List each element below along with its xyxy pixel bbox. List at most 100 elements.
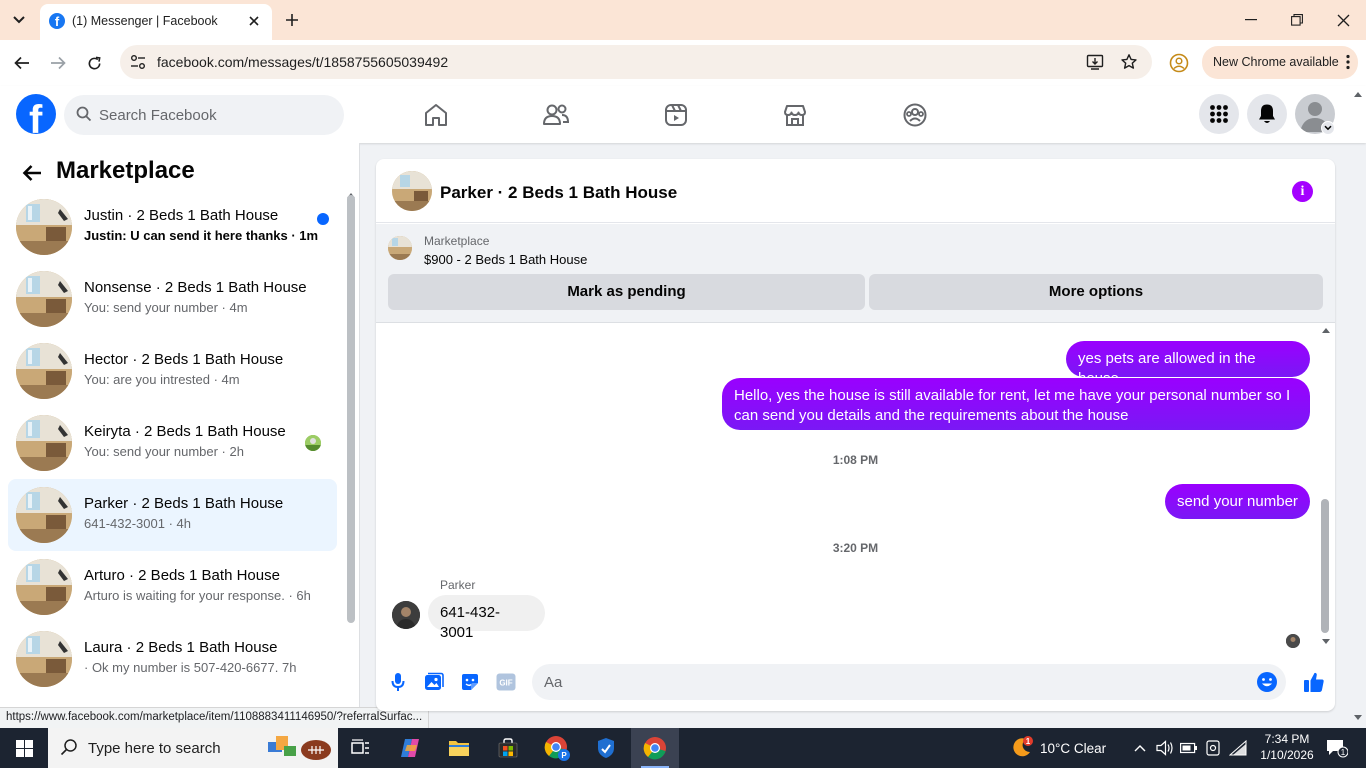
gif-icon[interactable]: GIF: [495, 671, 517, 693]
photo-gallery-icon[interactable]: [423, 671, 445, 693]
more-options-button[interactable]: More options: [869, 274, 1323, 310]
taskbar-search-label: Type here to search: [88, 740, 221, 757]
incoming-message[interactable]: 641-432-3001: [428, 595, 545, 641]
groups-icon[interactable]: [898, 98, 932, 132]
install-app-icon[interactable]: [1086, 53, 1104, 71]
notification-center-icon[interactable]: 1: [1322, 728, 1352, 768]
conversation-item[interactable]: Justin · 2 Beds 1 Bath House Justin: U ca…: [8, 191, 337, 263]
search-input[interactable]: [99, 103, 329, 127]
message-timestamp: 1:08 PM: [832, 453, 879, 467]
outgoing-message[interactable]: Hello, yes the house is still available …: [722, 378, 1310, 430]
forward-arrow-icon[interactable]: [45, 50, 71, 76]
sticker-icon[interactable]: [459, 671, 481, 693]
tab-close-icon[interactable]: [244, 11, 264, 31]
windows-start-icon[interactable]: [0, 728, 48, 768]
microsoft-store-icon[interactable]: [484, 728, 532, 768]
conversation-preview: Arturo is waiting for your response. · 6…: [84, 588, 311, 603]
browser-tab[interactable]: f (1) Messenger | Facebook: [40, 4, 272, 40]
copilot-icon[interactable]: [386, 728, 434, 768]
security-shield-icon[interactable]: [582, 728, 630, 768]
search-highlight-icon: [268, 736, 331, 760]
facebook-search[interactable]: [64, 95, 344, 135]
search-icon: [60, 739, 77, 756]
new-chrome-available-button[interactable]: New Chrome available: [1202, 46, 1358, 79]
conversation-preview: You: send your number · 2h: [84, 444, 244, 459]
menu-grid-icon[interactable]: [1199, 94, 1239, 134]
new-tab-plus-icon[interactable]: [280, 8, 304, 32]
site-settings-icon[interactable]: [129, 53, 147, 71]
reload-icon[interactable]: [81, 50, 107, 76]
info-icon[interactable]: i: [1292, 181, 1313, 202]
task-view-icon[interactable]: [337, 728, 385, 768]
address-bar[interactable]: facebook.com/messages/t/1858755605039492: [120, 45, 1152, 79]
sender-avatar[interactable]: [392, 601, 420, 629]
microphone-icon[interactable]: [387, 671, 409, 693]
conversation-name: Parker · 2 Beds 1 Bath House: [84, 495, 284, 512]
marketplace-icon[interactable]: [778, 98, 812, 132]
windows-taskbar: Type here to search P 1 10°C Clear 7:34 …: [0, 728, 1366, 768]
home-icon[interactable]: [419, 98, 453, 132]
close-window-icon[interactable]: [1320, 0, 1366, 40]
chrome-taskbar-icon[interactable]: [631, 728, 679, 768]
conversation-name: Hector · 2 Beds 1 Bath House: [84, 351, 284, 368]
mark-as-pending-button[interactable]: Mark as pending: [388, 274, 865, 310]
device-icon[interactable]: [1202, 728, 1224, 768]
conversation-item[interactable]: Hector · 2 Beds 1 Bath House You: are you…: [8, 335, 337, 407]
conversation-item[interactable]: Arturo · 2 Beds 1 Bath House Arturo is wa…: [8, 551, 337, 623]
battery-icon[interactable]: [1178, 728, 1200, 768]
clock-date: 1/10/2026: [1260, 748, 1314, 762]
show-hidden-icons-chevron-icon[interactable]: [1130, 728, 1150, 768]
restore-icon[interactable]: [1274, 0, 1320, 40]
conversation-name: Nonsense · 2 Beds 1 Bath House: [84, 279, 307, 296]
chat-scroll-down-arrow-icon[interactable]: [1321, 638, 1331, 646]
chrome-menu-icon[interactable]: [1346, 54, 1350, 70]
notifications-bell-icon[interactable]: [1247, 94, 1287, 134]
chat-title[interactable]: Parker · 2 Beds 1 Bath House: [440, 183, 677, 203]
listing-mini-thumbnail[interactable]: [388, 236, 412, 260]
taskbar-search-box[interactable]: Type here to search: [48, 728, 338, 768]
sidebar-scrollbar[interactable]: [347, 195, 355, 623]
emoji-icon[interactable]: [1256, 671, 1278, 693]
conversation-name: Justin · 2 Beds 1 Bath House: [84, 207, 279, 224]
listing-thumbnail[interactable]: [392, 171, 432, 211]
conversation-name: Keiryta · 2 Beds 1 Bath House: [84, 423, 286, 440]
outgoing-message[interactable]: send your number: [1165, 484, 1310, 519]
weather-icon[interactable]: 1: [1006, 728, 1036, 768]
file-explorer-icon[interactable]: [435, 728, 483, 768]
chrome-profile-icon[interactable]: P: [533, 728, 581, 768]
facebook-logo[interactable]: f: [16, 94, 56, 134]
message-input[interactable]: [544, 671, 1244, 693]
url-text[interactable]: facebook.com/messages/t/1858755605039492: [157, 54, 448, 70]
conversation-preview: · Ok my number is 507-420-6677. 7h: [84, 660, 297, 675]
friends-icon[interactable]: [539, 98, 573, 132]
facebook-header: f: [0, 86, 1366, 143]
thumbs-up-icon[interactable]: [1302, 671, 1326, 693]
page-scroll-down-arrow-icon[interactable]: [1353, 714, 1363, 722]
bookmark-star-icon[interactable]: [1120, 53, 1138, 71]
marketplace-inbox-panel: Marketplace Justin · 2 Beds 1 Bath House…: [0, 143, 360, 728]
weather-label[interactable]: 10°C Clear: [1040, 728, 1116, 768]
listing-thumbnail: [16, 631, 72, 687]
conversation-item[interactable]: Laura · 2 Beds 1 Bath House · Ok my numb…: [8, 623, 337, 695]
conversation-item[interactable]: Nonsense · 2 Beds 1 Bath House You: send …: [8, 263, 337, 335]
page-scroll-up-arrow-icon[interactable]: [1353, 90, 1363, 98]
volume-icon[interactable]: [1154, 728, 1176, 768]
back-arrow-icon[interactable]: [19, 160, 45, 186]
chat-scrollbar[interactable]: [1321, 499, 1329, 633]
outgoing-message[interactable]: yes pets are allowed in the house: [1066, 341, 1310, 387]
conversation-item[interactable]: Parker · 2 Beds 1 Bath House 641-432-3001…: [8, 479, 337, 551]
listing-thumbnail: [16, 343, 72, 399]
minimize-icon[interactable]: [1228, 0, 1274, 40]
listing-title[interactable]: $900 - 2 Beds 1 Bath House: [424, 252, 587, 267]
wifi-icon[interactable]: [1226, 728, 1250, 768]
system-clock[interactable]: 7:34 PM 1/10/2026: [1255, 731, 1319, 763]
account-chevron-down-icon[interactable]: [1321, 121, 1335, 135]
tab-search-chevron-icon[interactable]: [6, 8, 32, 32]
back-arrow-icon[interactable]: [9, 50, 35, 76]
message-list: yes pets are allowed in the house Hello,…: [376, 324, 1335, 651]
message-input-field[interactable]: [532, 664, 1286, 700]
listing-thumbnail: [16, 199, 72, 255]
profile-icon[interactable]: [1168, 52, 1190, 74]
video-icon[interactable]: [659, 98, 693, 132]
conversation-item[interactable]: Keiryta · 2 Beds 1 Bath House You: send y…: [8, 407, 337, 479]
